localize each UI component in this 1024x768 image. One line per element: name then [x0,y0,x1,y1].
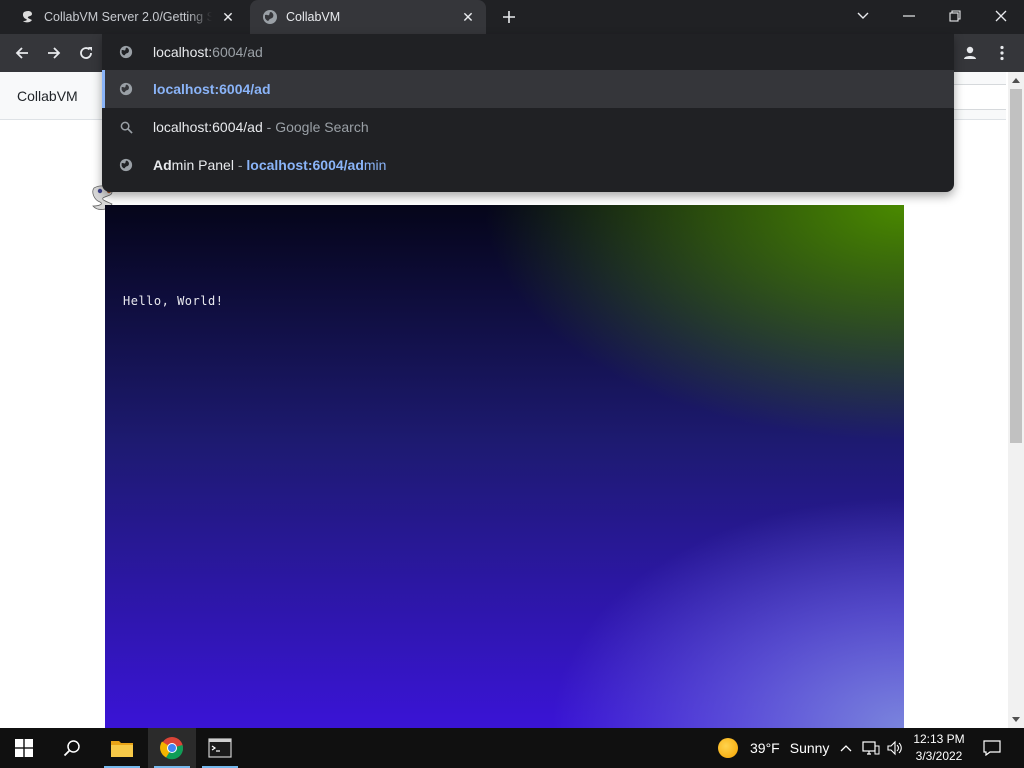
scrollbar-thumb[interactable] [1010,89,1022,443]
collabvm-logo-icon [20,9,36,25]
tab-collabvm[interactable]: CollabVM ✕ [250,0,486,34]
terminal-icon[interactable] [196,728,244,768]
chevron-up-icon[interactable] [836,728,856,768]
navbar-brand[interactable]: CollabVM [17,88,78,104]
globe-icon [118,157,134,173]
tab-search-icon[interactable] [840,0,886,32]
file-explorer-icon[interactable] [98,728,146,768]
title-match: Ad [153,157,172,173]
sun-icon [718,738,738,758]
tab-title: CollabVM Server 2.0/Getting Started [44,10,212,24]
scroll-up-icon[interactable] [1008,72,1024,88]
globe-icon [118,81,134,97]
start-button[interactable] [0,728,48,768]
chrome-icon[interactable] [148,728,196,768]
autocomplete-text: 6004/ad [212,44,263,60]
notification-icon[interactable] [978,728,1006,768]
address-bar[interactable]: localhost:6004/ad [102,34,954,70]
taskbar-search-icon[interactable] [48,728,96,768]
address-input[interactable]: localhost:6004/ad [153,44,263,60]
weather-desc: Sunny [789,740,830,756]
clock-time: 12:13 PM [913,732,965,746]
title-rest: min Panel [171,157,234,173]
taskbar-clock[interactable]: 12:13 PM 3/3/2022 [906,731,972,765]
suggestion-url-text: localhost:6004/ad [153,81,271,97]
tab-strip: CollabVM Server 2.0/Getting Started ✕ Co… [0,0,1024,34]
volume-icon[interactable] [884,728,906,768]
tab-getting-started[interactable]: CollabVM Server 2.0/Getting Started ✕ [8,0,246,34]
kebab-menu-icon[interactable] [990,39,1014,67]
suggestion-url[interactable]: localhost:6004/ad [102,70,954,108]
windows-logo-icon [15,739,33,757]
forward-arrow-icon[interactable] [40,39,68,67]
suggestion-history-text: Admin Panel - localhost:6004/admin [153,157,386,173]
separator: - [262,119,276,135]
tab-title: CollabVM [286,10,341,24]
network-icon[interactable] [860,728,882,768]
search-query: localhost:6004/ad [153,119,263,135]
back-arrow-icon[interactable] [8,39,36,67]
new-tab-button[interactable] [498,6,520,28]
profile-icon[interactable] [956,39,984,67]
globe-icon [118,44,134,60]
weather-temp: 39°F [750,740,780,756]
close-tab-icon[interactable]: ✕ [458,7,478,27]
search-icon [118,119,134,135]
weather-widget[interactable]: 39°F Sunny [718,728,829,768]
url-match: localhost:6004/ad [246,157,364,173]
suggestion-search[interactable]: localhost:6004/ad - Google Search [102,108,954,146]
vm-screen-text: Hello, World! [123,294,224,308]
vertical-scrollbar[interactable] [1008,72,1024,728]
minimize-icon[interactable] [886,0,932,32]
close-window-icon[interactable] [978,0,1024,32]
restore-icon[interactable] [932,0,978,32]
reload-icon[interactable] [72,39,100,67]
scroll-down-icon[interactable] [1008,712,1024,728]
separator: - [233,157,247,173]
close-tab-icon[interactable]: ✕ [218,7,238,27]
suggestion-search-text: localhost:6004/ad - Google Search [153,119,369,135]
clock-date: 3/3/2022 [915,749,963,763]
windows-taskbar: 39°F Sunny 12:13 PM 3/3/2022 [0,728,1024,768]
vm-display[interactable]: Hello, World! [105,205,904,728]
typed-text: localhost: [153,44,213,60]
omnibox-dropdown: localhost:6004/ad localhost:6004/ad loca… [102,34,954,192]
url-rest: min [363,157,387,173]
suggestion-history[interactable]: Admin Panel - localhost:6004/admin [102,146,954,184]
search-engine-label: Google Search [275,119,369,135]
globe-icon [262,9,278,25]
